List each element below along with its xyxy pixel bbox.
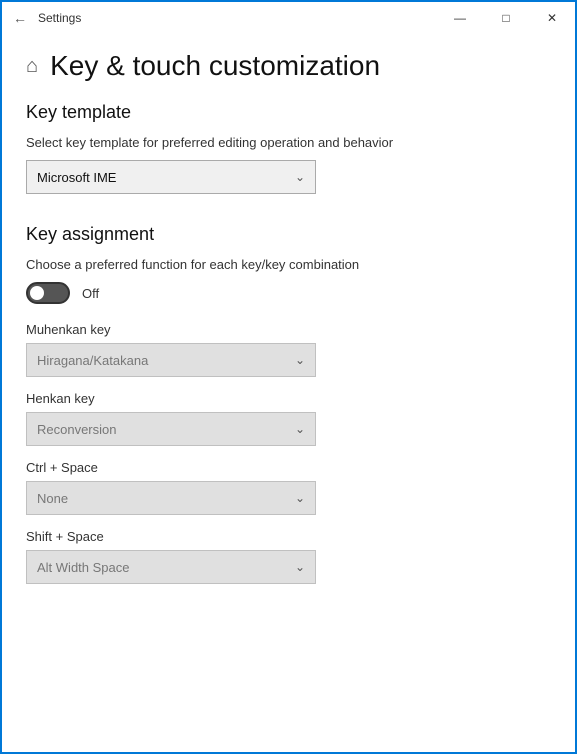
page-title: Key & touch customization <box>50 50 380 82</box>
key-template-chevron-icon: ⌄ <box>295 170 305 184</box>
settings-window: ← Settings — □ ✕ ⌂ Key & touch customiza… <box>0 0 577 754</box>
toggle-row: Off <box>26 282 551 304</box>
henkan-key-label: Henkan key <box>26 391 551 406</box>
page-header: ⌂ Key & touch customization <box>26 34 551 102</box>
ctrl-space-label: Ctrl + Space <box>26 460 551 475</box>
shift-space-dropdown[interactable]: Alt Width Space ⌄ <box>26 550 316 584</box>
key-assignment-section: Key assignment Choose a preferred functi… <box>26 224 551 584</box>
title-bar-controls: — □ ✕ <box>437 2 575 34</box>
ctrl-space-chevron-icon: ⌄ <box>295 491 305 505</box>
ctrl-space-dropdown[interactable]: None ⌄ <box>26 481 316 515</box>
muhenkan-key-item: Muhenkan key Hiragana/Katakana ⌄ <box>26 322 551 377</box>
henkan-key-item: Henkan key Reconversion ⌄ <box>26 391 551 446</box>
title-bar: ← Settings — □ ✕ <box>2 2 575 34</box>
title-bar-left: ← Settings <box>10 8 81 28</box>
toggle-knob <box>30 286 44 300</box>
shift-space-chevron-icon: ⌄ <box>295 560 305 574</box>
back-button[interactable]: ← <box>10 8 30 28</box>
key-assignment-description: Choose a preferred function for each key… <box>26 257 551 272</box>
key-assignment-title: Key assignment <box>26 224 551 245</box>
muhenkan-key-dropdown[interactable]: Hiragana/Katakana ⌄ <box>26 343 316 377</box>
henkan-chevron-icon: ⌄ <box>295 422 305 436</box>
minimize-button[interactable]: — <box>437 2 483 34</box>
key-assignment-toggle[interactable] <box>26 282 70 304</box>
key-template-section: Key template Select key template for pre… <box>26 102 551 194</box>
section-spacer <box>26 200 551 224</box>
key-template-description: Select key template for preferred editin… <box>26 135 551 150</box>
shift-space-value: Alt Width Space <box>37 560 130 575</box>
shift-space-label: Shift + Space <box>26 529 551 544</box>
toggle-label: Off <box>82 286 99 301</box>
shift-space-item: Shift + Space Alt Width Space ⌄ <box>26 529 551 584</box>
ctrl-space-item: Ctrl + Space None ⌄ <box>26 460 551 515</box>
content-area: ⌂ Key & touch customization Key template… <box>2 34 575 752</box>
muhenkan-key-value: Hiragana/Katakana <box>37 353 148 368</box>
home-icon: ⌂ <box>26 55 38 78</box>
key-template-dropdown[interactable]: Microsoft IME ⌄ <box>26 160 316 194</box>
close-button[interactable]: ✕ <box>529 2 575 34</box>
key-template-title: Key template <box>26 102 551 123</box>
window-title: Settings <box>38 11 81 25</box>
muhenkan-chevron-icon: ⌄ <box>295 353 305 367</box>
henkan-key-value: Reconversion <box>37 422 117 437</box>
key-template-dropdown-value: Microsoft IME <box>37 170 116 185</box>
henkan-key-dropdown[interactable]: Reconversion ⌄ <box>26 412 316 446</box>
ctrl-space-value: None <box>37 491 68 506</box>
muhenkan-key-label: Muhenkan key <box>26 322 551 337</box>
maximize-button[interactable]: □ <box>483 2 529 34</box>
